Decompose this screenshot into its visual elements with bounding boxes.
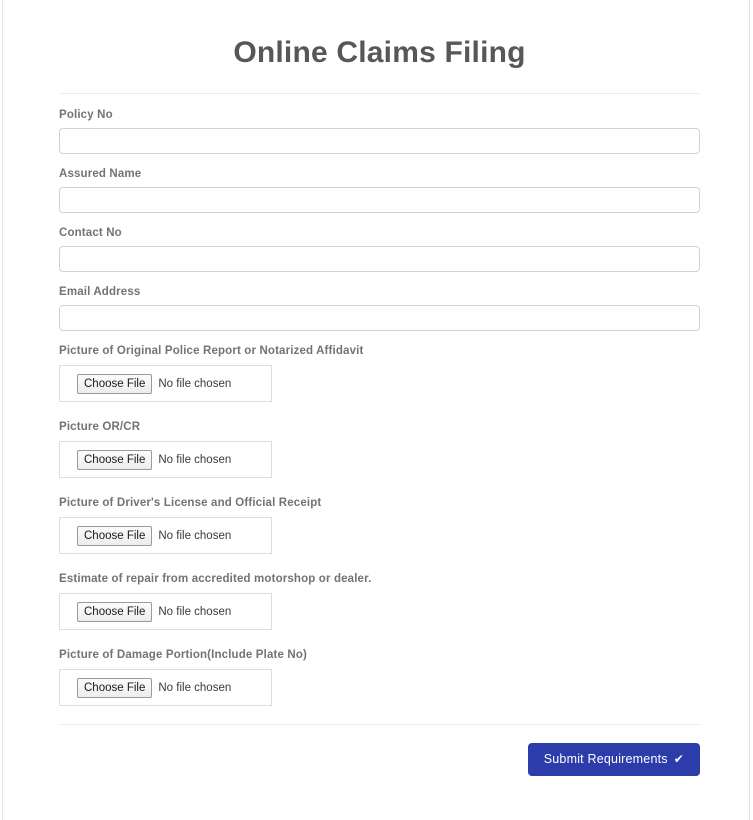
drivers-license-file-input[interactable]: Choose File No file chosen — [59, 517, 272, 554]
field-group-repair-estimate: Estimate of repair from accredited motor… — [59, 572, 700, 630]
choose-file-button[interactable]: Choose File — [77, 449, 153, 470]
or-cr-file-input[interactable]: Choose File No file chosen — [59, 441, 272, 478]
submit-button-label: Submit Requirements — [543, 752, 668, 766]
choose-file-button[interactable]: Choose File — [77, 601, 153, 622]
policy-no-input[interactable] — [59, 128, 700, 154]
field-group-police-report: Picture of Original Police Report or Not… — [59, 344, 700, 402]
field-group-or-cr: Picture OR/CR Choose File No file chosen — [59, 420, 700, 478]
file-status-text: No file chosen — [158, 377, 232, 390]
label-contact-no: Contact No — [59, 227, 122, 239]
choose-file-button[interactable]: Choose File — [77, 373, 153, 394]
file-status-text: No file chosen — [158, 529, 232, 542]
file-status-text: No file chosen — [158, 453, 232, 466]
file-status-text: No file chosen — [158, 605, 232, 618]
file-control[interactable]: Choose File No file chosen — [77, 525, 232, 546]
check-icon: ✔ — [673, 751, 684, 766]
police-report-file-input[interactable]: Choose File No file chosen — [59, 365, 272, 402]
file-control[interactable]: Choose File No file chosen — [77, 449, 232, 470]
form-content: Online Claims Filing Policy No Assured N… — [59, 0, 700, 776]
field-group-drivers-license: Picture of Driver's License and Official… — [59, 496, 700, 554]
label-repair-estimate: Estimate of repair from accredited motor… — [59, 573, 372, 585]
label-policy-no: Policy No — [59, 109, 113, 121]
field-group-assured-name: Assured Name — [59, 167, 700, 213]
damage-portion-file-input[interactable]: Choose File No file chosen — [59, 669, 272, 706]
label-assured-name: Assured Name — [59, 168, 142, 180]
label-email-address: Email Address — [59, 286, 141, 298]
file-control[interactable]: Choose File No file chosen — [77, 373, 232, 394]
page-container: Online Claims Filing Policy No Assured N… — [2, 0, 750, 820]
choose-file-button[interactable]: Choose File — [77, 525, 153, 546]
file-control[interactable]: Choose File No file chosen — [77, 677, 232, 698]
file-control[interactable]: Choose File No file chosen — [77, 601, 232, 622]
submit-row: Submit Requirements ✔ — [59, 725, 700, 776]
repair-estimate-file-input[interactable]: Choose File No file chosen — [59, 593, 272, 630]
label-police-report: Picture of Original Police Report or Not… — [59, 345, 364, 357]
field-group-email-address: Email Address — [59, 285, 700, 331]
email-address-input[interactable] — [59, 305, 700, 331]
field-group-contact-no: Contact No — [59, 226, 700, 272]
label-or-cr: Picture OR/CR — [59, 421, 141, 433]
assured-name-input[interactable] — [59, 187, 700, 213]
contact-no-input[interactable] — [59, 246, 700, 272]
choose-file-button[interactable]: Choose File — [77, 677, 153, 698]
file-status-text: No file chosen — [158, 681, 232, 694]
label-damage-portion: Picture of Damage Portion(Include Plate … — [59, 649, 307, 661]
submit-requirements-button[interactable]: Submit Requirements ✔ — [527, 743, 700, 776]
label-drivers-license: Picture of Driver's License and Official… — [59, 497, 322, 509]
field-group-damage-portion: Picture of Damage Portion(Include Plate … — [59, 648, 700, 706]
field-group-policy-no: Policy No — [59, 108, 700, 154]
claims-form: Policy No Assured Name Contact No Email … — [59, 94, 700, 706]
page-title: Online Claims Filing — [233, 36, 526, 69]
